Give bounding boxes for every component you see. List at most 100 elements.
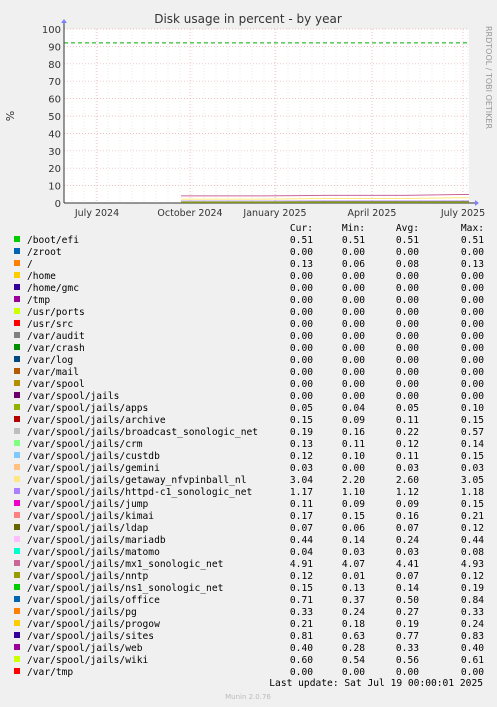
legend-value: 0.15 xyxy=(290,583,313,594)
legend-value: 0.00 xyxy=(396,247,419,258)
legend-value: 0.11 xyxy=(290,499,313,510)
legend-value: 0.05 xyxy=(290,403,313,414)
legend-series-name: /usr/src xyxy=(27,319,73,330)
legend-value: 0.22 xyxy=(396,427,419,438)
legend-value: 0.57 xyxy=(461,427,484,438)
legend-value: 0.07 xyxy=(396,571,419,582)
legend-value: 0.00 xyxy=(342,367,365,378)
legend-value: 0.11 xyxy=(342,439,365,450)
legend-value: 0.21 xyxy=(290,619,313,630)
legend-value: 4.93 xyxy=(461,559,484,570)
legend-value: 0.10 xyxy=(342,451,365,462)
last-update: Last update: Sat Jul 19 00:00:01 2025 xyxy=(269,678,483,689)
legend-value: 0.60 xyxy=(290,655,313,666)
legend-value: 0.13 xyxy=(290,439,313,450)
legend-column-header: Avg: xyxy=(396,223,419,234)
legend-value: 0.00 xyxy=(290,247,313,258)
legend-swatch xyxy=(14,428,20,434)
legend-series-name: /var/spool/jails xyxy=(27,391,119,402)
legend-swatch xyxy=(14,584,20,590)
legend-value: 0.00 xyxy=(396,331,419,342)
legend-value: 0.77 xyxy=(396,631,419,642)
legend-value: 0.19 xyxy=(396,619,419,630)
legend-value: 0.12 xyxy=(396,439,419,450)
legend-column-header: Cur: xyxy=(290,223,313,234)
legend-series-name: /var/tmp xyxy=(27,667,73,678)
legend-series-name: /home xyxy=(27,271,56,282)
legend-value: 0.51 xyxy=(396,235,419,246)
y-tick-label: 30 xyxy=(48,147,61,158)
legend-value: 0.14 xyxy=(342,535,365,546)
legend-value: 0.04 xyxy=(290,547,313,558)
legend-value: 0.00 xyxy=(396,379,419,390)
legend-value: 0.10 xyxy=(461,403,484,414)
legend-value: 0.63 xyxy=(342,631,365,642)
legend-value: 0.18 xyxy=(342,619,365,630)
legend-series-name: /var/spool/jails/ns1_sonologic_net xyxy=(27,583,223,594)
legend-series-name: /var/spool/jails/web xyxy=(27,643,143,654)
legend-value: 0.00 xyxy=(342,391,365,402)
legend-value: 0.24 xyxy=(461,619,484,630)
legend-value: 0.14 xyxy=(461,439,484,450)
legend-value: 0.00 xyxy=(461,343,484,354)
legend-value: 0.00 xyxy=(461,667,484,678)
legend-value: 4.91 xyxy=(290,559,313,570)
legend-value: 0.83 xyxy=(461,631,484,642)
legend-value: 0.71 xyxy=(290,595,313,606)
legend-series-name: /var/log xyxy=(27,355,73,366)
legend-value: 0.00 xyxy=(396,307,419,318)
legend-series-name: /var/spool/jails/mx1_sonologic_net xyxy=(27,559,223,570)
legend-value: 0.40 xyxy=(290,643,313,654)
legend-value: 0.14 xyxy=(396,583,419,594)
legend-swatch xyxy=(14,596,20,602)
y-tick-label: 40 xyxy=(48,129,61,140)
legend-swatch xyxy=(14,512,20,518)
legend-value: 0.13 xyxy=(342,583,365,594)
legend-value: 0.17 xyxy=(290,511,313,522)
legend-value: 0.01 xyxy=(342,571,365,582)
legend-series-name: /var/spool/jails/archive xyxy=(27,415,166,426)
legend-series-name: /var/spool/jails/wiki xyxy=(27,655,149,666)
legend-value: 0.00 xyxy=(342,271,365,282)
y-tick-label: 80 xyxy=(48,60,61,71)
legend-value: 0.00 xyxy=(396,343,419,354)
legend-value: 0.03 xyxy=(342,547,365,558)
legend-value: 1.10 xyxy=(342,487,365,498)
disk-usage-chart: Disk usage in percent - by year % RRDTOO… xyxy=(0,0,497,707)
y-tick-label: 0 xyxy=(55,199,61,210)
legend-value: 0.27 xyxy=(396,607,419,618)
legend-value: 0.15 xyxy=(461,499,484,510)
legend-swatch xyxy=(14,308,20,314)
legend-value: 0.11 xyxy=(396,451,419,462)
legend-value: 0.04 xyxy=(342,403,365,414)
legend-series-name: /var/spool/jails/getaway_nfvpinball_nl xyxy=(27,475,247,486)
legend-swatch xyxy=(14,632,20,638)
legend-value: 0.00 xyxy=(396,667,419,678)
legend-value: 0.19 xyxy=(290,427,313,438)
legend-swatch xyxy=(14,620,20,626)
legend-swatch xyxy=(14,392,20,398)
legend-value: 0.03 xyxy=(396,547,419,558)
legend-value: 0.33 xyxy=(396,643,419,654)
legend-value: 0.00 xyxy=(342,247,365,258)
legend-value: 0.40 xyxy=(461,643,484,654)
legend-value: 0.15 xyxy=(461,451,484,462)
legend-series-name: / xyxy=(27,259,33,270)
legend-value: 0.51 xyxy=(461,235,484,246)
legend-series-name: /var/spool/jails/gemini xyxy=(27,463,160,474)
legend-value: 0.00 xyxy=(290,379,313,390)
legend-swatch xyxy=(14,452,20,458)
legend-value: 0.24 xyxy=(342,607,365,618)
legend-swatch xyxy=(14,644,20,650)
legend-swatch xyxy=(14,272,20,278)
legend-swatch xyxy=(14,332,20,338)
legend-swatch xyxy=(14,560,20,566)
legend-value: 0.51 xyxy=(342,235,365,246)
legend-series-name: /var/spool/jails/ldap xyxy=(27,523,149,534)
legend-swatch xyxy=(14,476,20,482)
legend-series-name: /var/spool/jails/crm xyxy=(27,439,143,450)
legend-series-name: /var/spool/jails/progow xyxy=(27,619,160,630)
y-tick-label: 10 xyxy=(48,182,61,193)
legend-value: 0.44 xyxy=(461,535,484,546)
legend-value: 0.00 xyxy=(342,307,365,318)
